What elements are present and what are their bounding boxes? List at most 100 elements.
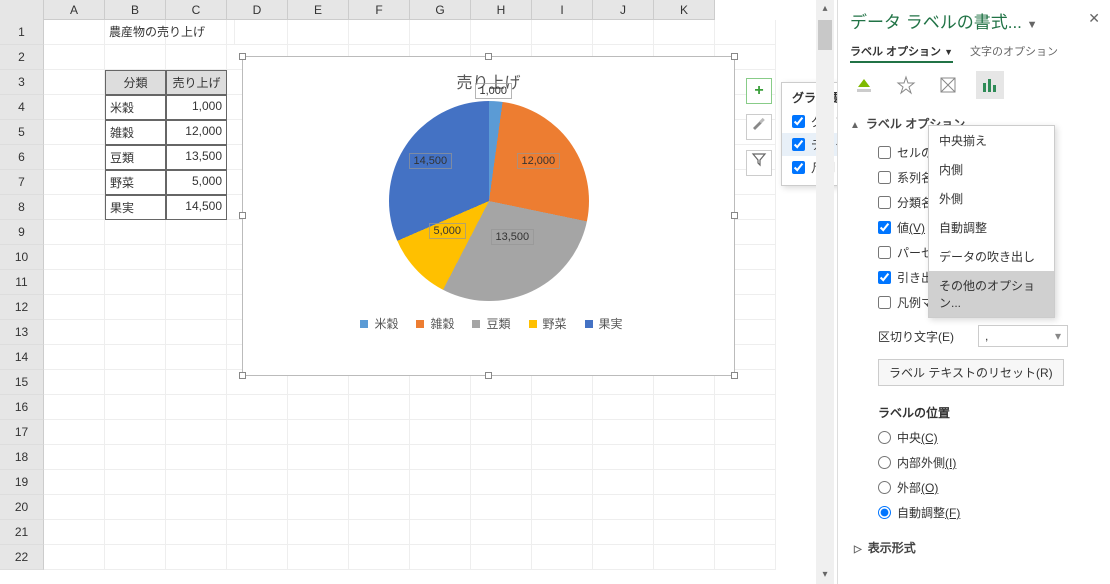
cell[interactable] — [532, 20, 593, 45]
cell[interactable] — [410, 445, 471, 470]
resize-handle[interactable] — [239, 53, 246, 60]
cell[interactable] — [654, 395, 715, 420]
cell[interactable] — [654, 520, 715, 545]
cell[interactable] — [288, 495, 349, 520]
checkbox[interactable] — [878, 171, 891, 184]
cell[interactable] — [166, 295, 227, 320]
cell[interactable] — [593, 395, 654, 420]
radio[interactable] — [878, 506, 891, 519]
cell[interactable] — [105, 320, 166, 345]
col-header[interactable]: F — [349, 0, 410, 20]
col-header[interactable]: B — [105, 0, 166, 20]
table-cell[interactable]: 5,000 — [166, 170, 227, 195]
cell[interactable] — [654, 470, 715, 495]
cell[interactable] — [288, 420, 349, 445]
cell[interactable] — [44, 320, 105, 345]
cell[interactable] — [593, 470, 654, 495]
cell[interactable] — [166, 495, 227, 520]
radio[interactable] — [878, 431, 891, 444]
row-header[interactable]: 4 — [0, 95, 44, 120]
cell[interactable] — [349, 395, 410, 420]
cell[interactable] — [44, 295, 105, 320]
cell[interactable] — [105, 395, 166, 420]
data-labels-checkbox[interactable] — [792, 138, 805, 151]
table-cell[interactable]: 1,000 — [166, 95, 227, 120]
cell[interactable] — [227, 395, 288, 420]
cell[interactable] — [410, 470, 471, 495]
label-options-icon[interactable] — [976, 71, 1004, 99]
cell[interactable] — [471, 495, 532, 520]
cell[interactable] — [471, 470, 532, 495]
cell[interactable] — [410, 545, 471, 570]
tab-text-options[interactable]: 文字のオプション — [970, 46, 1058, 58]
table-cell[interactable]: 米穀 — [105, 95, 166, 120]
checkbox[interactable] — [878, 196, 891, 209]
cell[interactable] — [532, 495, 593, 520]
cell[interactable] — [288, 395, 349, 420]
row-header[interactable]: 17 — [0, 420, 44, 445]
cell[interactable] — [44, 370, 105, 395]
radio[interactable] — [878, 481, 891, 494]
cell[interactable] — [715, 495, 776, 520]
cell[interactable] — [44, 45, 105, 70]
cell[interactable] — [593, 420, 654, 445]
chart-styles-button[interactable] — [746, 114, 772, 140]
cell[interactable] — [227, 520, 288, 545]
cell[interactable] — [105, 445, 166, 470]
cell[interactable] — [471, 520, 532, 545]
tab-label-options[interactable]: ラベル オプション▼ — [850, 46, 953, 63]
data-label-misc[interactable]: 12,000 — [517, 153, 561, 169]
table-cell[interactable]: 13,500 — [166, 145, 227, 170]
cell[interactable] — [715, 520, 776, 545]
cell[interactable] — [227, 545, 288, 570]
cell[interactable] — [532, 520, 593, 545]
cell[interactable] — [105, 420, 166, 445]
row-header[interactable]: 20 — [0, 495, 44, 520]
cell[interactable] — [593, 445, 654, 470]
cell[interactable] — [288, 545, 349, 570]
close-pane-button[interactable]: ✕ — [1088, 10, 1100, 27]
cell[interactable] — [105, 220, 166, 245]
legend-item[interactable]: 野菜 — [523, 317, 567, 331]
cell[interactable] — [166, 520, 227, 545]
cell[interactable] — [715, 470, 776, 495]
cell[interactable] — [593, 545, 654, 570]
separator-dropdown[interactable]: ,▾ — [978, 325, 1068, 347]
label-position-radio-row[interactable]: 外部(O) — [850, 475, 1098, 500]
cell[interactable] — [349, 445, 410, 470]
col-header[interactable]: D — [227, 0, 288, 20]
data-label-veg[interactable]: 5,000 — [429, 223, 467, 239]
row-header[interactable]: 3 — [0, 70, 44, 95]
cell[interactable] — [288, 20, 349, 45]
cell[interactable] — [44, 170, 105, 195]
legend-item[interactable]: 豆類 — [466, 317, 510, 331]
resize-handle[interactable] — [731, 372, 738, 379]
cell[interactable] — [44, 520, 105, 545]
cell[interactable] — [44, 270, 105, 295]
cell[interactable] — [654, 545, 715, 570]
resize-handle[interactable] — [239, 212, 246, 219]
col-header[interactable]: C — [166, 0, 227, 20]
table-header-sales[interactable]: 売り上げ — [166, 70, 227, 95]
table-header-category[interactable]: 分類 — [105, 70, 166, 95]
resize-handle[interactable] — [485, 53, 492, 60]
cell[interactable] — [166, 395, 227, 420]
row-header[interactable]: 5 — [0, 120, 44, 145]
cell[interactable] — [166, 345, 227, 370]
row-header[interactable]: 22 — [0, 545, 44, 570]
submenu-item[interactable]: データの吹き出し — [929, 242, 1054, 271]
cell[interactable] — [227, 470, 288, 495]
cell[interactable] — [166, 470, 227, 495]
cell[interactable] — [166, 320, 227, 345]
cell[interactable] — [44, 545, 105, 570]
col-header[interactable]: J — [593, 0, 654, 20]
size-props-icon[interactable] — [934, 71, 962, 99]
cell[interactable] — [288, 445, 349, 470]
cell[interactable] — [288, 470, 349, 495]
cell[interactable] — [715, 545, 776, 570]
cell[interactable] — [44, 420, 105, 445]
worksheet-scrollbar[interactable]: ▴ ▾ — [816, 0, 834, 584]
chart-elements-button[interactable]: + — [746, 78, 772, 104]
submenu-item[interactable]: 内側 — [929, 155, 1054, 184]
cell[interactable] — [654, 420, 715, 445]
